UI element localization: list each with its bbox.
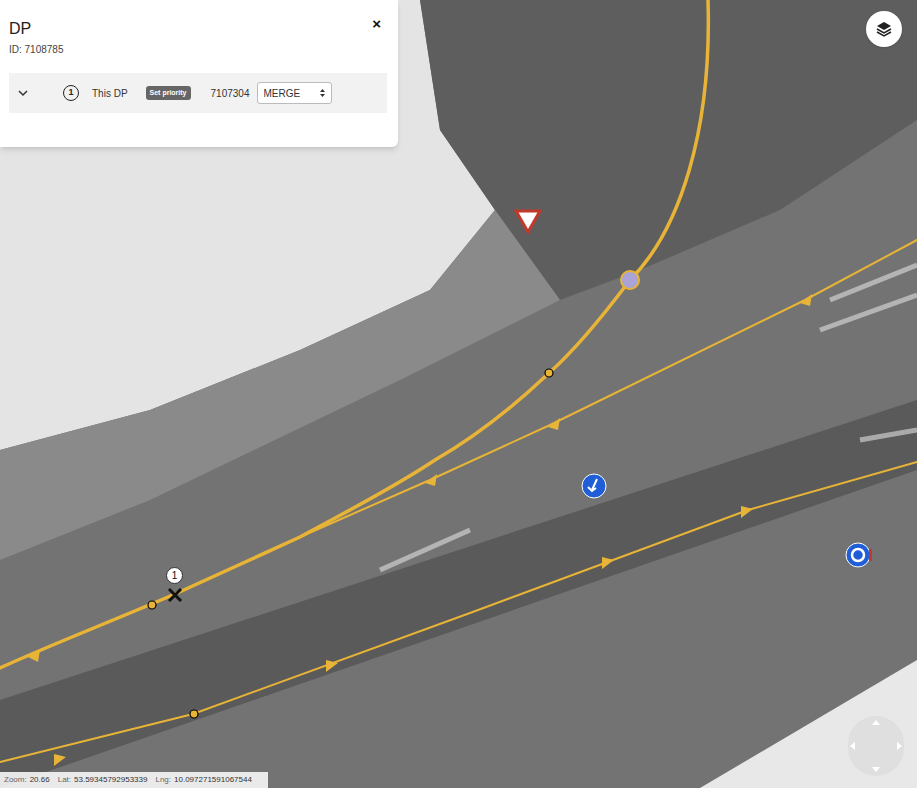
type-value: MERGE	[263, 86, 300, 101]
marker-number: 1	[172, 571, 178, 581]
pan-arrows-icon[interactable]	[848, 716, 904, 776]
layers-button[interactable]	[866, 11, 902, 47]
priority-row: 1 This DP Set priority 7107304 MERGE	[9, 73, 387, 113]
type-select[interactable]: MERGE	[257, 82, 332, 104]
close-button[interactable]: ×	[372, 16, 381, 31]
select-arrows-icon	[319, 88, 326, 98]
dp-cross-icon[interactable]	[166, 586, 184, 604]
keep-right-sign-icon[interactable]	[581, 473, 607, 499]
lng-label: Lng:	[155, 774, 171, 786]
status-bar: Zoom:20.66 Lat:53.59345792953339 Lng:10.…	[0, 772, 268, 788]
yield-sign-icon[interactable]	[514, 208, 542, 234]
layers-icon	[876, 21, 892, 37]
navigation-control[interactable]	[848, 716, 904, 776]
row-index: 1	[63, 85, 79, 101]
panel-title: DP	[9, 18, 64, 40]
lat-value: 53.59345792953339	[74, 774, 147, 786]
set-priority-button[interactable]: Set priority	[146, 86, 191, 101]
lat-label: Lat:	[58, 774, 71, 786]
roundabout-sign-icon[interactable]	[844, 541, 872, 569]
chevron-down-icon[interactable]	[17, 87, 29, 99]
map[interactable]: 1 DP ID: 7108785 × 1 This DP Set priorit…	[0, 0, 917, 788]
dp-panel: DP ID: 7108785 × 1 This DP Set priority …	[0, 0, 398, 147]
row-ref: 7107304	[211, 86, 250, 101]
panel-id: ID: 7108785	[9, 42, 64, 57]
row-label: This DP	[92, 86, 128, 101]
zoom-value: 20.66	[30, 774, 50, 786]
dp-marker-label[interactable]: 1	[166, 567, 183, 584]
zoom-label: Zoom:	[4, 774, 27, 786]
lng-value: 10.097271591067544	[174, 774, 252, 786]
